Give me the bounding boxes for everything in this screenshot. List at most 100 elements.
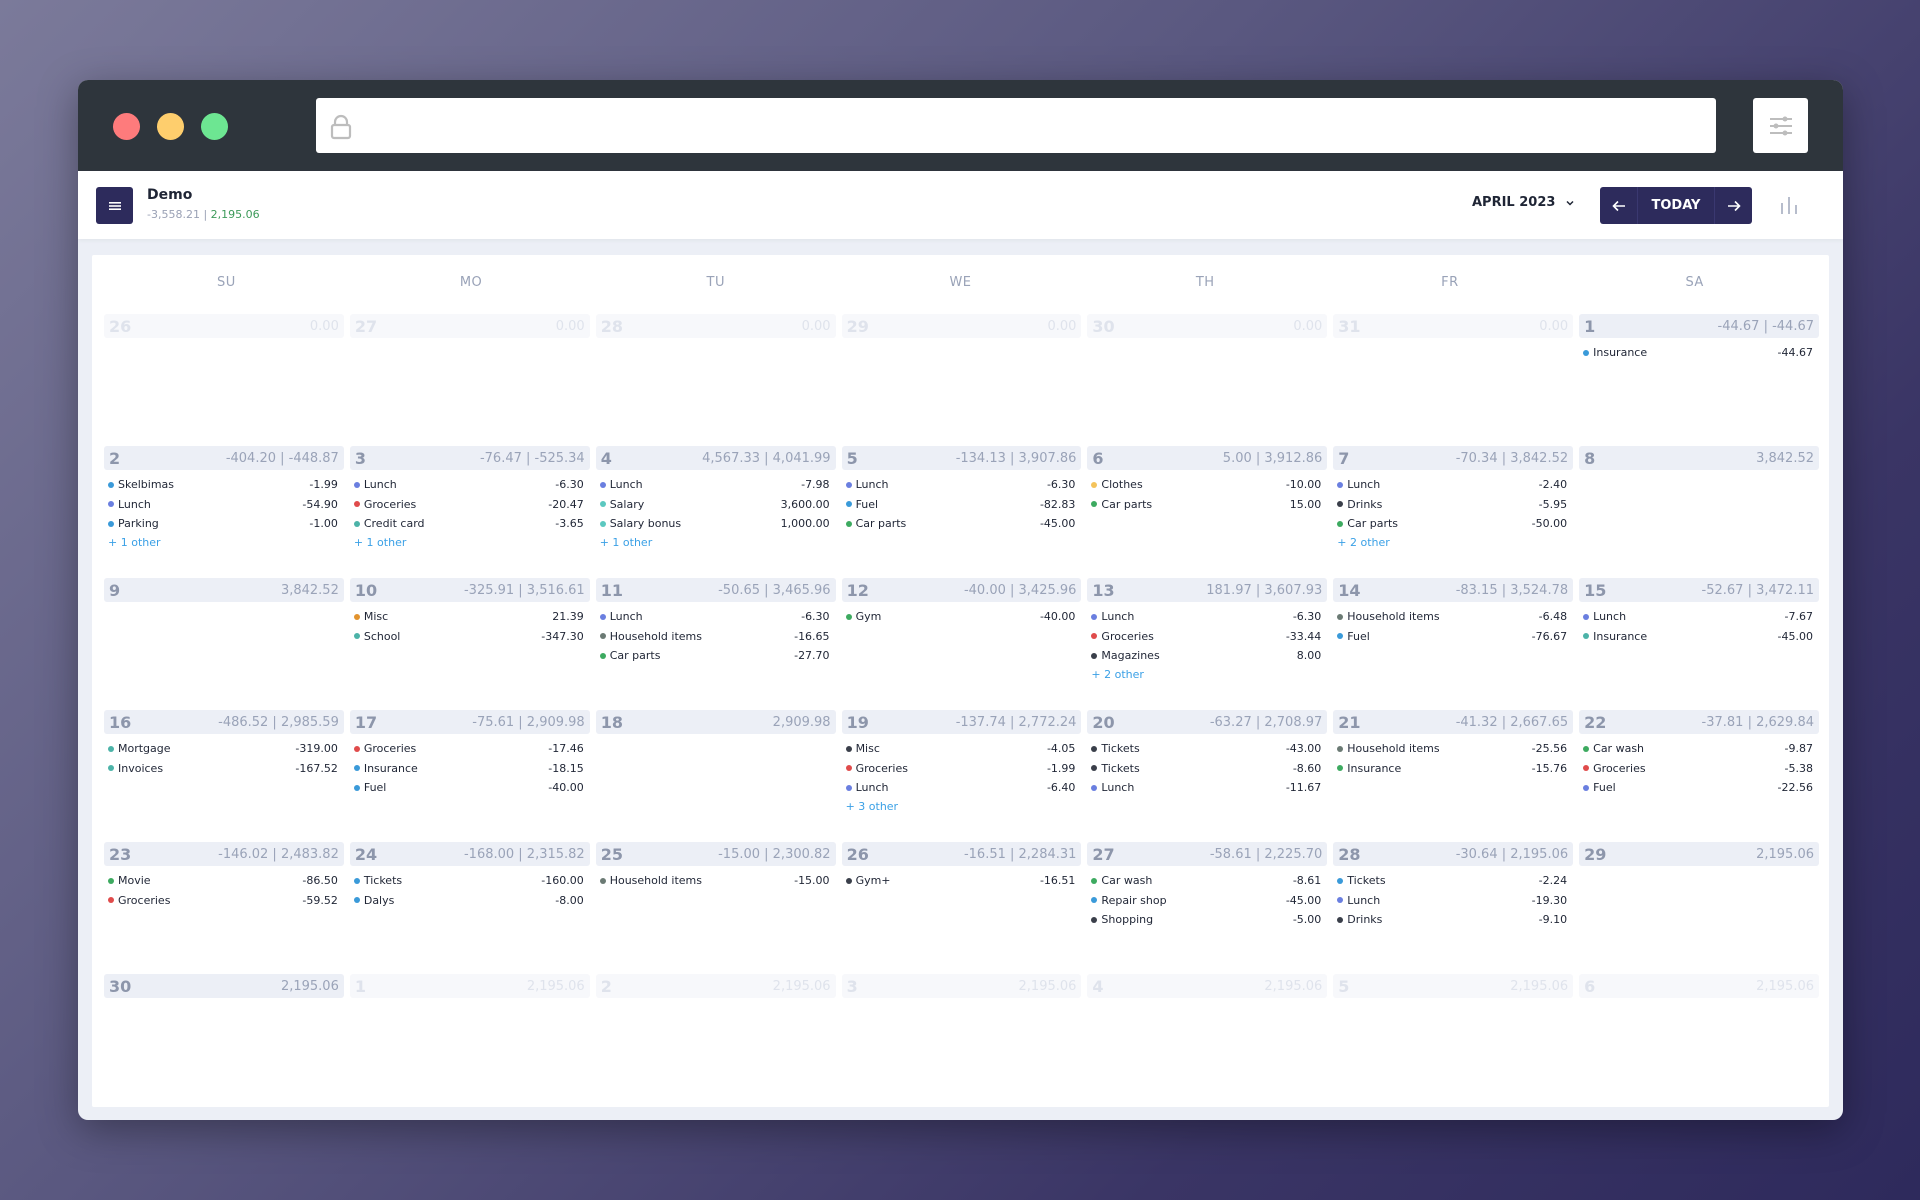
- day-header[interactable]: 28 -30.64 | 2,195.06: [1333, 842, 1574, 866]
- more-transactions-link[interactable]: + 1 other: [354, 534, 584, 552]
- transaction-item[interactable]: Lunch -6.30: [599, 607, 830, 627]
- calendar-day[interactable]: 28 -30.64 | 2,195.06 Tickets -2.24 Lunch -19.…: [1333, 838, 1574, 970]
- calendar-day[interactable]: 30 0.00: [1087, 310, 1328, 442]
- day-header[interactable]: 24 -168.00 | 2,315.82: [349, 842, 590, 866]
- calendar-day[interactable]: 10 -325.91 | 3,516.61 Misc 21.39 School -347.…: [349, 574, 590, 706]
- transaction-item[interactable]: Dalys -8.00: [353, 891, 584, 911]
- calendar-day[interactable]: 1 2,195.06: [349, 970, 590, 1102]
- day-header[interactable]: 16 -486.52 | 2,985.59: [104, 710, 344, 734]
- transaction-item[interactable]: Lunch -2.40: [1337, 475, 1567, 495]
- transaction-item[interactable]: Salary bonus 1,000.00: [599, 514, 830, 534]
- today-button[interactable]: TODAY: [1637, 187, 1715, 224]
- transaction-item[interactable]: Magazines 8.00: [1091, 646, 1321, 666]
- day-header[interactable]: 5 -134.13 | 3,907.86: [841, 446, 1082, 470]
- day-header[interactable]: 22 -37.81 | 2,629.84: [1579, 710, 1819, 734]
- transaction-item[interactable]: Household items -15.00: [599, 871, 830, 891]
- transaction-item[interactable]: Insurance -45.00: [1583, 627, 1813, 647]
- maximize-window-button[interactable]: [201, 113, 228, 140]
- day-header[interactable]: 25 -15.00 | 2,300.82: [595, 842, 836, 866]
- calendar-day[interactable]: 30 2,195.06: [104, 970, 344, 1102]
- calendar-day[interactable]: 31 0.00: [1333, 310, 1574, 442]
- transaction-item[interactable]: Lunch -7.67: [1583, 607, 1813, 627]
- transaction-item[interactable]: Fuel -22.56: [1583, 778, 1813, 798]
- transaction-item[interactable]: Misc -4.05: [845, 739, 1075, 759]
- day-header[interactable]: 19 -137.74 | 2,772.24: [841, 710, 1082, 734]
- day-header[interactable]: 26 0.00: [104, 314, 344, 338]
- calendar-day[interactable]: 1 -44.67 | -44.67 Insurance -44.67: [1579, 310, 1819, 442]
- day-header[interactable]: 20 -63.27 | 2,708.97: [1087, 710, 1328, 734]
- day-header[interactable]: 8 3,842.52: [1579, 446, 1819, 470]
- more-transactions-link[interactable]: + 1 other: [108, 534, 338, 552]
- calendar-day[interactable]: 11 -50.65 | 3,465.96 Lunch -6.30 Household i…: [595, 574, 836, 706]
- day-header[interactable]: 7 -70.34 | 3,842.52: [1333, 446, 1574, 470]
- more-transactions-link[interactable]: + 3 other: [846, 798, 1076, 816]
- calendar-day[interactable]: 12 -40.00 | 3,425.96 Gym -40.00: [841, 574, 1082, 706]
- transaction-item[interactable]: Insurance -15.76: [1337, 759, 1567, 779]
- transaction-item[interactable]: Groceries -5.38: [1583, 759, 1813, 779]
- browser-settings-button[interactable]: [1753, 98, 1808, 153]
- calendar-day[interactable]: 21 -41.32 | 2,667.65 Household items -25.56…: [1333, 706, 1574, 838]
- day-header[interactable]: 6 5.00 | 3,912.86: [1087, 446, 1328, 470]
- transaction-item[interactable]: Groceries -20.47: [353, 495, 584, 515]
- day-header[interactable]: 9 3,842.52: [104, 578, 344, 602]
- transaction-item[interactable]: Groceries -1.99: [845, 759, 1075, 779]
- transaction-item[interactable]: Lunch -11.67: [1091, 778, 1321, 798]
- transaction-item[interactable]: Fuel -82.83: [845, 495, 1075, 515]
- transaction-item[interactable]: Invoices -167.52: [108, 759, 338, 779]
- calendar-day[interactable]: 5 -134.13 | 3,907.86 Lunch -6.30 Fuel -82.83 C…: [841, 442, 1082, 574]
- transaction-item[interactable]: Parking -1.00: [108, 514, 338, 534]
- bar-chart-icon[interactable]: [1778, 195, 1800, 215]
- calendar-day[interactable]: 26 -16.51 | 2,284.31 Gym+ -16.51: [841, 838, 1082, 970]
- calendar-day[interactable]: 4 4,567.33 | 4,041.99 Lunch -7.98 Salary 3,60…: [595, 442, 836, 574]
- calendar-day[interactable]: 15 -52.67 | 3,472.11 Lunch -7.67 Insurance -4…: [1579, 574, 1819, 706]
- day-header[interactable]: 4 4,567.33 | 4,041.99: [595, 446, 836, 470]
- day-header[interactable]: 4 2,195.06: [1087, 974, 1328, 998]
- transaction-item[interactable]: Car parts -45.00: [845, 514, 1075, 534]
- transaction-item[interactable]: Groceries -33.44: [1091, 627, 1321, 647]
- day-header[interactable]: 18 2,909.98: [595, 710, 836, 734]
- transaction-item[interactable]: Car parts -50.00: [1337, 514, 1567, 534]
- day-header[interactable]: 12 -40.00 | 3,425.96: [841, 578, 1082, 602]
- more-transactions-link[interactable]: + 2 other: [1091, 666, 1321, 684]
- calendar-day[interactable]: 18 2,909.98: [595, 706, 836, 838]
- menu-button[interactable]: [96, 187, 133, 224]
- calendar-day[interactable]: 7 -70.34 | 3,842.52 Lunch -2.40 Drinks -5.95 C…: [1333, 442, 1574, 574]
- calendar-day[interactable]: 27 -58.61 | 2,225.70 Car wash -8.61 Repair s…: [1087, 838, 1328, 970]
- transaction-item[interactable]: Groceries -59.52: [108, 891, 338, 911]
- minimize-window-button[interactable]: [157, 113, 184, 140]
- day-header[interactable]: 23 -146.02 | 2,483.82: [104, 842, 344, 866]
- transaction-item[interactable]: Insurance -44.67: [1583, 343, 1813, 363]
- transaction-item[interactable]: Fuel -40.00: [353, 778, 584, 798]
- transaction-item[interactable]: Drinks -9.10: [1337, 910, 1567, 930]
- day-header[interactable]: 14 -83.15 | 3,524.78: [1333, 578, 1574, 602]
- calendar-day[interactable]: 3 -76.47 | -525.34 Lunch -6.30 Groceries -20.…: [349, 442, 590, 574]
- transaction-item[interactable]: Mortgage -319.00: [108, 739, 338, 759]
- transaction-item[interactable]: Drinks -5.95: [1337, 495, 1567, 515]
- transaction-item[interactable]: Lunch -6.40: [845, 778, 1075, 798]
- transaction-item[interactable]: Fuel -76.67: [1337, 627, 1567, 647]
- transaction-item[interactable]: Tickets -160.00: [353, 871, 584, 891]
- transaction-item[interactable]: Household items -16.65: [599, 627, 830, 647]
- transaction-item[interactable]: Tickets -8.60: [1091, 759, 1321, 779]
- address-bar[interactable]: [316, 98, 1716, 153]
- calendar-day[interactable]: 20 -63.27 | 2,708.97 Tickets -43.00 Tickets -…: [1087, 706, 1328, 838]
- transaction-item[interactable]: Tickets -2.24: [1337, 871, 1567, 891]
- transaction-item[interactable]: Salary 3,600.00: [599, 495, 830, 515]
- day-header[interactable]: 6 2,195.06: [1579, 974, 1819, 998]
- more-transactions-link[interactable]: + 1 other: [600, 534, 830, 552]
- calendar-day[interactable]: 8 3,842.52: [1579, 442, 1819, 574]
- day-header[interactable]: 5 2,195.06: [1333, 974, 1574, 998]
- calendar-day[interactable]: 23 -146.02 | 2,483.82 Movie -86.50 Groceries…: [104, 838, 344, 970]
- calendar-day[interactable]: 16 -486.52 | 2,985.59 Mortgage -319.00 Invoi…: [104, 706, 344, 838]
- day-header[interactable]: 2 -404.20 | -448.87: [104, 446, 344, 470]
- day-header[interactable]: 15 -52.67 | 3,472.11: [1579, 578, 1819, 602]
- calendar-day[interactable]: 5 2,195.06: [1333, 970, 1574, 1102]
- calendar-day[interactable]: 27 0.00: [349, 310, 590, 442]
- calendar-day[interactable]: 26 0.00: [104, 310, 344, 442]
- calendar-day[interactable]: 3 2,195.06: [841, 970, 1082, 1102]
- day-header[interactable]: 1 2,195.06: [349, 974, 590, 998]
- day-header[interactable]: 29 2,195.06: [1579, 842, 1819, 866]
- day-header[interactable]: 30 0.00: [1087, 314, 1328, 338]
- day-header[interactable]: 3 2,195.06: [841, 974, 1082, 998]
- day-header[interactable]: 2 2,195.06: [595, 974, 836, 998]
